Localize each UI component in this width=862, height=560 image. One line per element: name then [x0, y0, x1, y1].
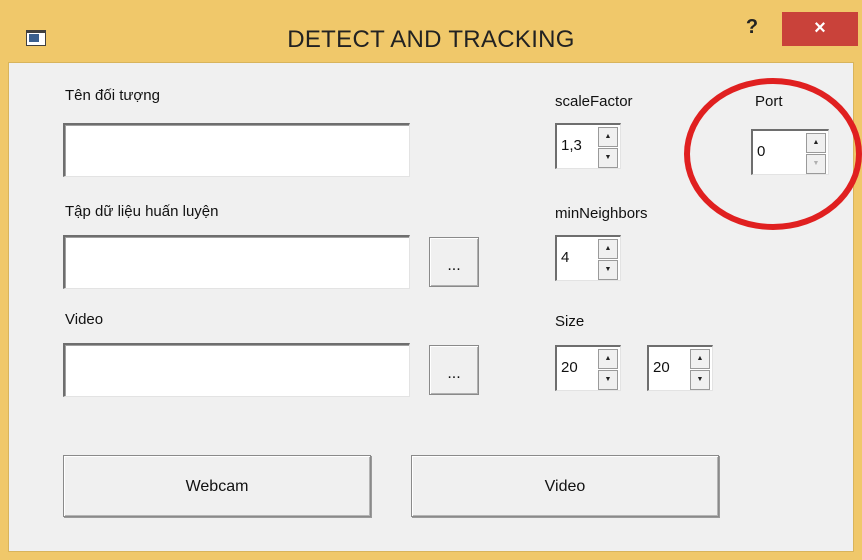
size-height-value[interactable]: 20: [653, 359, 670, 376]
annotation-circle: [684, 78, 862, 230]
size-label: Size: [555, 313, 585, 330]
help-button[interactable]: ?: [726, 12, 778, 46]
object-name-label: Tên đối tượng: [65, 87, 160, 104]
spin-up-arrow-icon[interactable]: ▲: [690, 349, 710, 369]
spin-up-arrow-icon[interactable]: ▲: [598, 127, 618, 147]
spin-down-arrow-icon[interactable]: ▼: [598, 260, 618, 280]
min-neighbors-value[interactable]: 4: [561, 249, 569, 266]
min-neighbors-label: minNeighbors: [555, 205, 648, 222]
training-data-browse-button[interactable]: ...: [429, 237, 479, 287]
spin-down-arrow-icon[interactable]: ▼: [598, 370, 618, 390]
webcam-button[interactable]: Webcam: [63, 455, 371, 517]
size-width-spinbox[interactable]: 20 ▲ ▼: [555, 345, 621, 391]
spin-down-arrow-icon[interactable]: ▼: [690, 370, 710, 390]
spin-down-arrow-icon[interactable]: ▼: [598, 148, 618, 168]
scale-factor-value[interactable]: 1,3: [561, 137, 582, 154]
close-button[interactable]: ×: [782, 12, 858, 46]
video-path-input[interactable]: [63, 343, 410, 397]
title-bar[interactable]: DETECT AND TRACKING ? ×: [0, 0, 862, 60]
object-name-input[interactable]: [63, 123, 410, 177]
video-button[interactable]: Video: [411, 455, 719, 517]
scale-factor-spinbox[interactable]: 1,3 ▲ ▼: [555, 123, 621, 169]
spin-up-arrow-icon[interactable]: ▲: [598, 239, 618, 259]
training-data-input[interactable]: [63, 235, 410, 289]
spin-up-arrow-icon[interactable]: ▲: [598, 349, 618, 369]
video-path-label: Video: [65, 311, 104, 328]
size-width-value[interactable]: 20: [561, 359, 578, 376]
scale-factor-label: scaleFactor: [555, 93, 633, 110]
video-browse-button[interactable]: ...: [429, 345, 479, 395]
min-neighbors-spinbox[interactable]: 4 ▲ ▼: [555, 235, 621, 281]
training-data-label: Tập dữ liệu huấn luyện: [65, 203, 219, 220]
dialog-window: DETECT AND TRACKING ? × Tên đối tượng Tậ…: [0, 0, 862, 560]
size-height-spinbox[interactable]: 20 ▲ ▼: [647, 345, 713, 391]
